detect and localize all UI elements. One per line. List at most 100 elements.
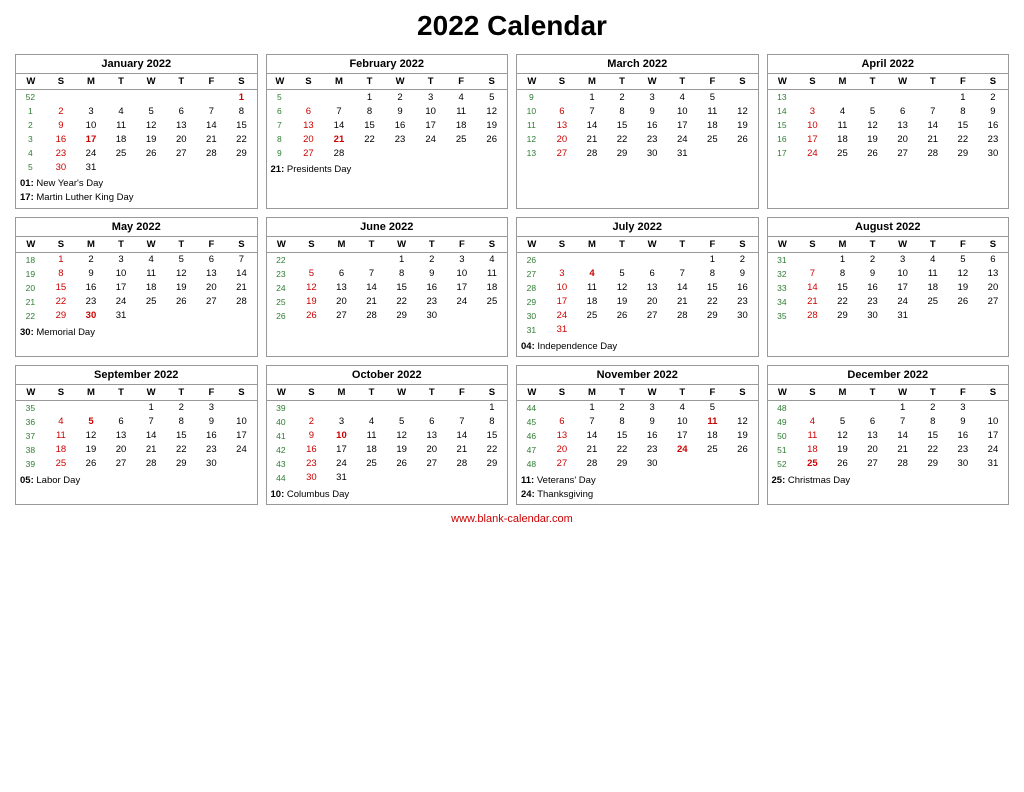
- day-header: T: [607, 237, 637, 253]
- calendar-cell: 21: [196, 132, 226, 146]
- calendar-cell: 21: [667, 295, 697, 309]
- calendar-cell: [106, 160, 136, 174]
- calendar-cell: 1: [387, 252, 417, 267]
- calendar-cell: 2: [296, 415, 326, 429]
- day-header: W: [768, 74, 798, 90]
- holiday-item: 21: Presidents Day: [271, 163, 504, 177]
- calendar-cell: 27: [293, 146, 324, 160]
- calendar-cell: 6: [858, 415, 888, 429]
- calendar-cell: [324, 90, 355, 105]
- calendar-cell: 5: [16, 160, 46, 174]
- calendar-cell: 2: [385, 90, 416, 105]
- day-header: T: [918, 385, 948, 401]
- calendar-cell: 21: [447, 443, 477, 457]
- calendar-cell: 22: [387, 295, 417, 309]
- calendar-cell: 6: [106, 415, 136, 429]
- calendar-cell: [547, 400, 577, 415]
- calendar-cell: [547, 252, 577, 267]
- calendar-cell: 22: [697, 295, 727, 309]
- calendar-cell: 23: [637, 132, 667, 146]
- calendar-cell: 11: [918, 267, 948, 281]
- calendar-cell: [577, 323, 607, 337]
- calendar-cell: 20: [978, 281, 1008, 295]
- calendar-cell: 12: [607, 281, 637, 295]
- holiday-name: New Year's Day: [36, 178, 103, 189]
- calendar-cell: 9: [385, 104, 416, 118]
- calendar-cell: 1: [577, 400, 607, 415]
- month-block: August 2022WSMTWTFS311234563278910111213…: [767, 217, 1010, 357]
- calendar-cell: 26: [76, 457, 106, 471]
- day-header: S: [477, 385, 507, 401]
- calendar-cell: 17: [415, 118, 446, 132]
- day-header: W: [387, 237, 417, 253]
- website-link[interactable]: www.blank-calendar.com: [15, 513, 1009, 525]
- calendar-cell: 21: [577, 443, 607, 457]
- day-header: T: [357, 385, 387, 401]
- calendar-cell-empty: [727, 400, 757, 415]
- holiday-item: 01: New Year's Day: [20, 177, 253, 191]
- day-header: S: [476, 74, 507, 90]
- day-header: S: [978, 385, 1008, 401]
- calendar-cell: 2: [918, 400, 948, 415]
- calendar-cell: [667, 323, 697, 337]
- calendar-cell: 24: [667, 443, 697, 457]
- calendar-cell: [196, 160, 226, 174]
- calendar-cell: 52: [768, 457, 798, 471]
- calendar-cell: 52: [16, 90, 46, 105]
- calendar-cell: 17: [888, 281, 918, 295]
- calendar-cell: 28: [577, 457, 607, 471]
- calendar-cell: 20: [547, 443, 577, 457]
- calendar-cell: [136, 90, 166, 105]
- calendar-cell: [226, 457, 256, 471]
- calendar-cell: 18: [357, 443, 387, 457]
- calendar-cell: 8: [267, 132, 294, 146]
- calendar-cell: 22: [607, 443, 637, 457]
- calendar-cell: 8: [697, 267, 727, 281]
- calendar-cell: 3: [797, 104, 827, 118]
- calendar-cell: 31: [106, 309, 136, 323]
- calendar-cell: 48: [768, 400, 798, 415]
- calendar-cell: 29: [827, 309, 857, 323]
- calendar-cell: 8: [607, 104, 637, 118]
- calendar-cell: 29: [387, 309, 417, 323]
- holiday-num: 21:: [271, 164, 285, 175]
- calendar-table: WSMTWTFS35123364567891037111213141516173…: [16, 385, 257, 471]
- day-header: W: [136, 237, 166, 253]
- calendar-cell: 24: [226, 443, 256, 457]
- day-header: M: [827, 74, 857, 90]
- month-block: April 2022WSMTWTFS1312143456789151011121…: [767, 54, 1010, 209]
- calendar-cell: 9: [267, 146, 294, 160]
- calendar-cell: 11: [46, 429, 76, 443]
- calendar-cell: 11: [357, 429, 387, 443]
- calendar-cell: 26: [727, 443, 757, 457]
- day-header: S: [46, 385, 76, 401]
- calendar-cell: 25: [136, 295, 166, 309]
- calendar-cell: 18: [46, 443, 76, 457]
- calendar-cell: 14: [577, 118, 607, 132]
- calendar-cell: 16: [46, 132, 76, 146]
- calendar-cell: 26: [136, 146, 166, 160]
- calendar-cell: 9: [727, 267, 757, 281]
- calendar-cell: 2: [978, 90, 1008, 105]
- calendar-cell: 12: [166, 267, 196, 281]
- calendar-cell: 15: [918, 429, 948, 443]
- calendar-cell: 29: [517, 295, 547, 309]
- calendar-cell: 30: [637, 146, 667, 160]
- calendar-cell-empty: [727, 90, 757, 105]
- calendar-cell: 1: [697, 252, 727, 267]
- calendar-cell: [667, 252, 697, 267]
- calendar-table: WSMTWTFS91234510678910111211131415161718…: [517, 74, 758, 160]
- calendar-cell: 21: [324, 132, 355, 146]
- day-header: T: [858, 74, 888, 90]
- calendar-cell: 8: [166, 415, 196, 429]
- day-header: T: [607, 385, 637, 401]
- calendar-cell: [296, 252, 326, 267]
- calendar-cell: 8: [46, 267, 76, 281]
- calendar-cell: 16: [417, 281, 447, 295]
- page-title: 2022 Calendar: [15, 10, 1009, 42]
- calendar-cell: 12: [827, 429, 857, 443]
- calendar-cell: 5: [827, 415, 857, 429]
- calendar-cell: 24: [267, 281, 297, 295]
- day-header: F: [196, 74, 226, 90]
- calendar-cell: 5: [166, 252, 196, 267]
